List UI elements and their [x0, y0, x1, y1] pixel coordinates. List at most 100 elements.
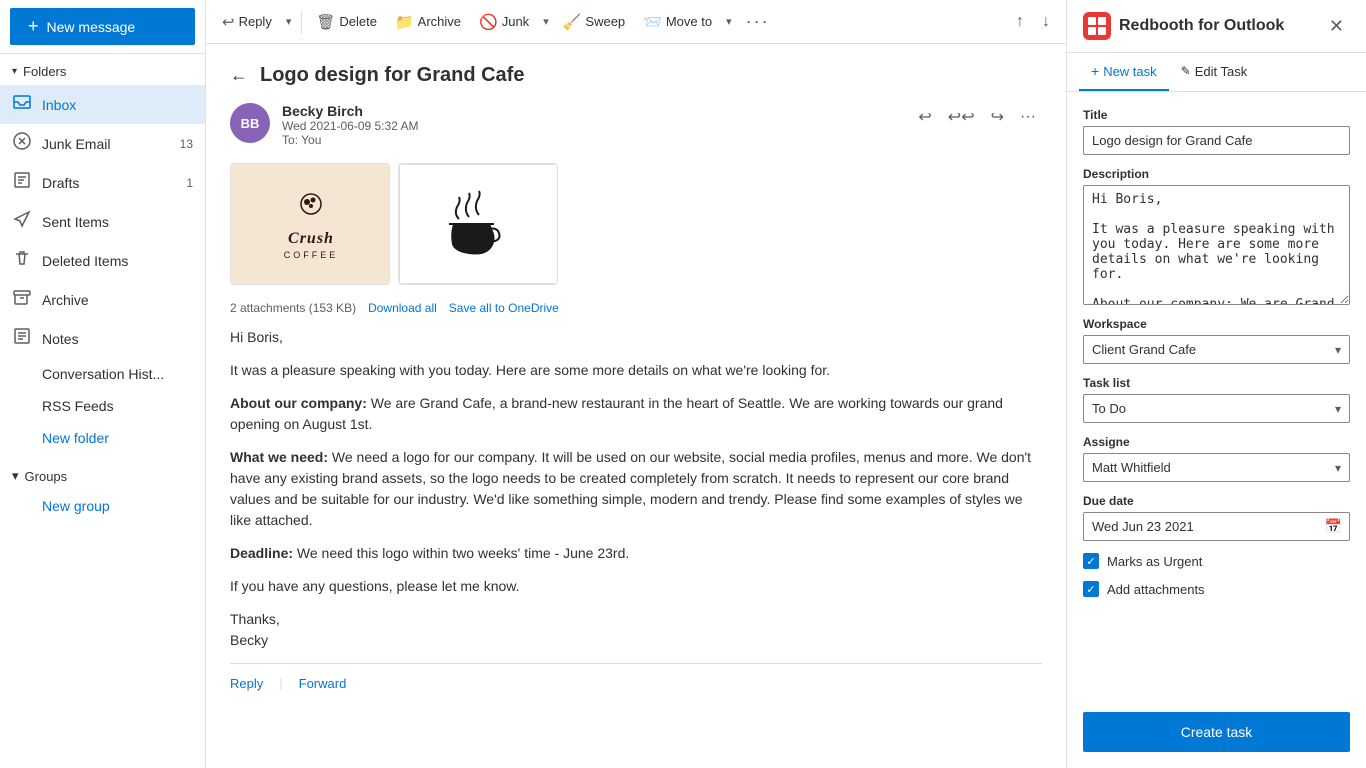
sidebar-item-drafts[interactable]: Drafts 1	[0, 163, 205, 202]
add-attachments-checkbox[interactable]: ✓	[1083, 581, 1099, 597]
drafts-badge: 1	[186, 176, 193, 190]
plus-icon: +	[28, 16, 39, 37]
inbox-icon	[12, 93, 32, 116]
reply-action-button[interactable]: ↩	[912, 103, 937, 131]
up-arrow-icon: ↑	[1016, 13, 1024, 30]
reply-button[interactable]: ↩ Reply	[214, 7, 280, 37]
grid-cell-2	[1098, 17, 1106, 25]
junk-button[interactable]: 🚫 Junk	[471, 7, 537, 37]
chevron-down-icon: ▾	[12, 66, 17, 77]
tab-edit-task[interactable]: ✎ Edit Task	[1169, 53, 1260, 91]
create-task-button[interactable]: Create task	[1083, 712, 1350, 752]
attachment-2-preview	[399, 164, 558, 284]
more-button[interactable]: ···	[738, 5, 778, 38]
archive-label: Archive	[42, 292, 89, 308]
due-date-input[interactable]	[1083, 512, 1350, 541]
back-button[interactable]: ←	[230, 65, 248, 86]
attachment-2[interactable]	[398, 163, 558, 285]
check-icon-2: ✓	[1086, 583, 1095, 596]
sidebar-item-notes[interactable]: Notes	[0, 319, 205, 358]
deadline-bold: Deadline:	[230, 545, 293, 561]
sidebar-item-conv-hist[interactable]: Conversation Hist...	[0, 358, 205, 390]
description-label: Description	[1083, 167, 1350, 181]
description-group: Description Hi Boris, It was a pleasure …	[1083, 167, 1350, 305]
move-to-button[interactable]: 📨 Move to	[635, 7, 720, 37]
sidebar-item-archive[interactable]: Archive	[0, 280, 205, 319]
reply-all-action-button[interactable]: ↩↩	[942, 103, 981, 131]
email-subject-bar: ← Logo design for Grand Cafe	[230, 64, 1042, 87]
attachment-info: 2 attachments (153 KB) Download all Save…	[230, 301, 1042, 315]
redbooth-grid	[1084, 13, 1110, 39]
save-onedrive-link[interactable]: Save all to OneDrive	[449, 301, 559, 315]
drafts-label: Drafts	[42, 175, 79, 191]
junk-badge: 13	[180, 137, 193, 151]
next-email-button[interactable]: ↓	[1034, 7, 1058, 37]
add-attachments-row[interactable]: ✓ Add attachments	[1083, 581, 1350, 597]
new-message-button[interactable]: + New message	[10, 8, 195, 45]
close-panel-button[interactable]: ✕	[1323, 14, 1350, 39]
marks-urgent-row[interactable]: ✓ Marks as Urgent	[1083, 553, 1350, 569]
sweep-button[interactable]: 🧹 Sweep	[555, 7, 633, 37]
description-textarea[interactable]: Hi Boris, It was a pleasure speaking wit…	[1083, 185, 1350, 305]
assignee-value: Matt Whitfield	[1092, 460, 1171, 475]
sender-to: To: You	[282, 133, 900, 147]
archive-icon	[12, 288, 32, 311]
junk-dropdown[interactable]: ▾	[539, 9, 553, 34]
tab-new-task[interactable]: + New task	[1079, 53, 1169, 91]
forward-link[interactable]: Forward	[299, 676, 347, 691]
email-header: BB Becky Birch Wed 2021-06-09 5:32 AM To…	[230, 103, 1042, 147]
avatar-initials: BB	[241, 116, 260, 131]
archive-button[interactable]: 📁 Archive	[387, 7, 469, 37]
redbooth-icon	[1083, 12, 1111, 40]
more-actions-button[interactable]: ···	[1014, 104, 1042, 130]
reply-divider: |	[279, 676, 282, 691]
sidebar: + New message ▾ Folders Inbox Junk Email…	[0, 0, 206, 768]
sidebar-item-sent[interactable]: Sent Items	[0, 202, 205, 241]
junk-label: Junk Email	[42, 136, 110, 152]
grid-cell-1	[1088, 17, 1096, 25]
workspace-chevron-icon: ▾	[1335, 343, 1341, 357]
workspace-label: Workspace	[1083, 317, 1350, 331]
groups-header[interactable]: ▾ Groups	[0, 458, 205, 490]
marks-urgent-checkbox[interactable]: ✓	[1083, 553, 1099, 569]
email-body: Hi Boris, It was a pleasure speaking wit…	[230, 327, 1042, 651]
delete-label: Delete	[339, 14, 377, 29]
folders-header[interactable]: ▾ Folders	[0, 54, 205, 85]
sender-name: Becky Birch	[282, 103, 900, 119]
calendar-icon[interactable]: 📅	[1325, 518, 1342, 535]
reply-dropdown[interactable]: ▾	[282, 9, 296, 34]
download-all-link[interactable]: Download all	[368, 301, 437, 315]
workspace-select[interactable]: Client Grand Cafe ▾	[1083, 335, 1350, 364]
sidebar-item-new-folder[interactable]: New folder	[0, 422, 205, 454]
reply-dropdown-icon: ▾	[286, 15, 292, 28]
sent-icon	[12, 210, 32, 233]
attachment-1-preview: Crush coffee	[231, 164, 390, 284]
move-to-dropdown[interactable]: ▾	[722, 9, 736, 34]
sidebar-item-new-group[interactable]: New group	[0, 490, 205, 522]
delete-button[interactable]: 🗑 Delete	[308, 7, 385, 37]
delete-icon: 🗑	[316, 13, 335, 31]
assignee-select[interactable]: Matt Whitfield ▾	[1083, 453, 1350, 482]
sweep-label: Sweep	[585, 14, 625, 29]
task-list-select[interactable]: To Do ▾	[1083, 394, 1350, 423]
sidebar-item-inbox[interactable]: Inbox	[0, 85, 205, 124]
edit-task-icon: ✎	[1181, 64, 1191, 78]
grid-cell-4	[1098, 27, 1106, 35]
sidebar-item-deleted[interactable]: Deleted Items	[0, 241, 205, 280]
email-reply-bar: Reply | Forward	[230, 663, 1042, 703]
crush-text: Crush	[288, 230, 334, 248]
title-input[interactable]	[1083, 126, 1350, 155]
inbox-label: Inbox	[42, 97, 76, 113]
reply-icon: ↩	[222, 13, 235, 31]
reply-link[interactable]: Reply	[230, 676, 263, 691]
forward-action-button[interactable]: ↪	[985, 103, 1010, 131]
groups-chevron-icon: ▾	[12, 468, 19, 484]
attachment-1[interactable]: Crush coffee	[230, 163, 390, 285]
sidebar-item-rss[interactable]: RSS Feeds	[0, 390, 205, 422]
sidebar-item-junk[interactable]: Junk Email 13	[0, 124, 205, 163]
assignee-label: Assigne	[1083, 435, 1350, 449]
attachments: Crush coffee	[230, 163, 1042, 285]
prev-email-button[interactable]: ↑	[1008, 7, 1032, 37]
toolbar: ↩ Reply ▾ 🗑 Delete 📁 Archive 🚫 Junk ▾ 🧹 …	[206, 0, 1066, 44]
archive-label: Archive	[418, 14, 461, 29]
